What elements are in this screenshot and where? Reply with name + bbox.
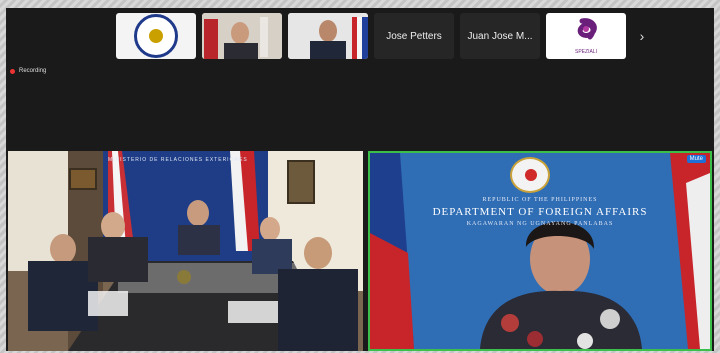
dfa-seal-icon [134,14,178,58]
recording-label: Recording [19,68,47,74]
participant-tile-video-1[interactable] [202,13,282,59]
video-tile-dfa-speaker[interactable]: REPUBLIC OF THE PHILIPPINES DEPARTMENT O… [368,151,712,351]
recording-dot-icon [10,68,15,74]
meeting-window: Jose Petters Juan Jose M... SPEZIALI › R… [6,8,714,351]
dfa-department-text: DEPARTMENT OF FOREIGN AFFAIRS [432,206,648,218]
logo-wordmark: SPEZIALI [575,49,597,55]
participant-gallery: Jose Petters Juan Jose M... SPEZIALI › [116,12,652,60]
dfa-republic-text: REPUBLIC OF THE PHILIPPINES [482,197,598,203]
participant-tile-juan-jose[interactable]: Juan Jose M... [460,13,540,59]
dfa-seal-icon [510,157,550,193]
participant-tile-jose-petters[interactable]: Jose Petters [374,13,454,59]
participant-name: Jose Petters [386,30,442,42]
dfa-kagawaran-text: KAGAWARAN NG UGNAYANG PANLABAS [466,221,614,227]
participant-tile-video-2[interactable] [288,13,368,59]
participant-video-2 [288,13,368,59]
recording-indicator: Recording [10,68,46,74]
gallery-next-button[interactable]: › [632,13,652,59]
mute-button[interactable]: Mute [686,155,706,163]
participant-tile-seal[interactable] [116,13,196,59]
ministry-banner-text: MINISTERIO DE RELACIONES EXTERIORES [108,157,248,163]
participant-name: Juan Jose M... [467,30,533,42]
participant-video-1 [202,13,282,59]
video-tile-delegation[interactable]: MINISTERIO DE RELACIONES EXTERIORES [8,151,363,351]
delegation-video-frame [8,151,363,351]
participant-tile-logo[interactable]: SPEZIALI [546,13,626,59]
